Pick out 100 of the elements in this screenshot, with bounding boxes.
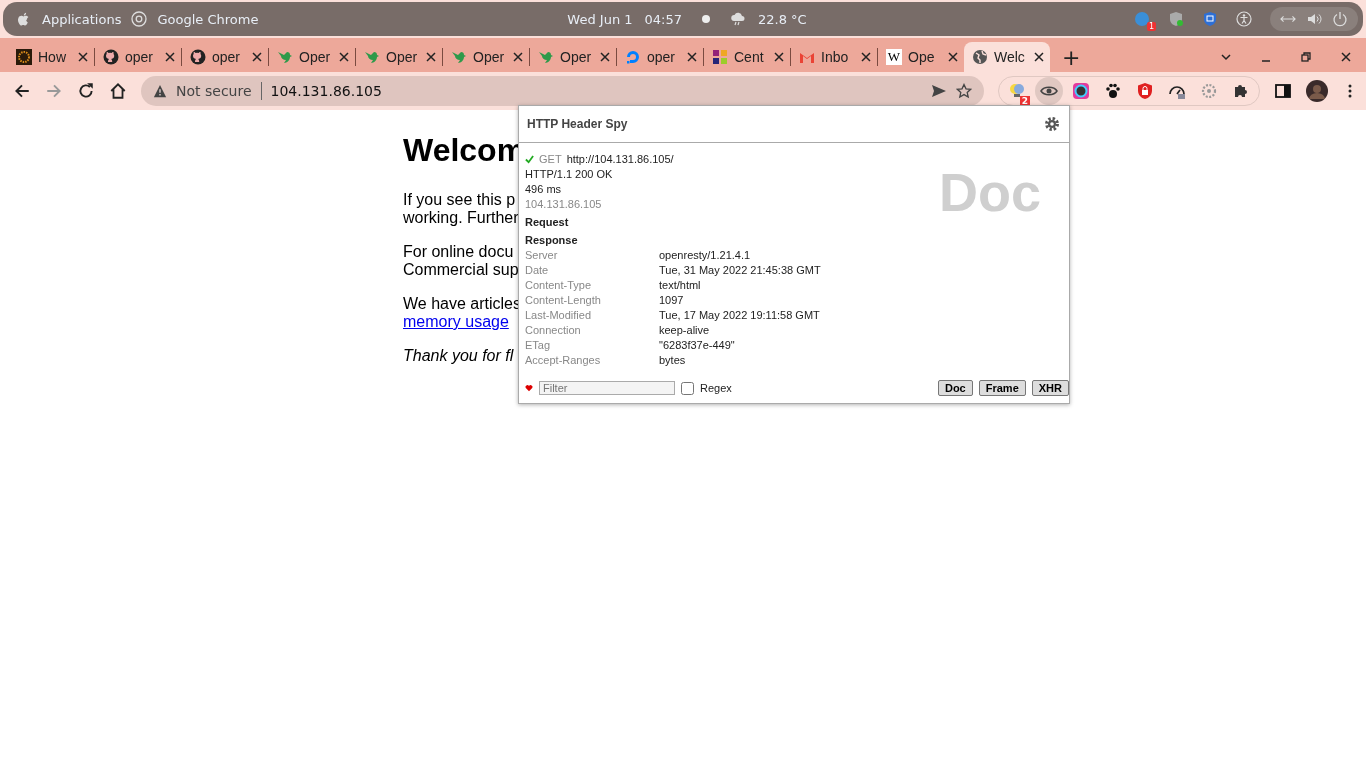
hummingbird-icon <box>364 49 380 65</box>
ip-address: 104.131.86.105 <box>525 197 603 212</box>
ocean-icon <box>625 49 641 65</box>
header-value: "6283f37e-449" <box>659 338 736 353</box>
close-icon[interactable] <box>165 52 175 62</box>
cloud-rain-icon <box>730 11 746 27</box>
close-icon[interactable] <box>1340 51 1352 63</box>
address-bar[interactable]: Not secure 104.131.86.105 <box>141 76 984 106</box>
chevron-down-icon[interactable] <box>1220 51 1232 63</box>
browser-tab[interactable]: Cent <box>704 42 790 72</box>
star-icon[interactable] <box>956 83 972 99</box>
warning-icon <box>153 84 167 98</box>
heart-icon[interactable] <box>525 384 533 392</box>
header-name: Accept-Ranges <box>525 353 602 368</box>
notification-badge: 1 <box>1146 22 1156 31</box>
request-method: GET <box>539 152 562 167</box>
settings-icon[interactable] <box>1043 115 1061 133</box>
close-icon[interactable] <box>426 52 436 62</box>
close-icon[interactable] <box>252 52 262 62</box>
filter-type-button[interactable]: XHR <box>1031 380 1069 396</box>
header-name: Last-Modified <box>525 308 593 323</box>
filter-field[interactable]: Filter <box>539 381 675 395</box>
clock-date[interactable]: Wed Jun 1 <box>567 11 633 27</box>
browser-tab[interactable]: How <box>8 42 94 72</box>
power-icon <box>1332 11 1348 27</box>
close-icon[interactable] <box>78 52 88 62</box>
header-value: bytes <box>659 353 687 368</box>
regex-checkbox[interactable] <box>681 381 694 395</box>
avatar-icon[interactable] <box>1306 80 1328 102</box>
filter-type-button[interactable]: Frame <box>978 380 1026 396</box>
request-heading[interactable]: Request <box>525 215 1063 230</box>
hummingbird-icon <box>277 49 293 65</box>
browser-tab[interactable]: Oper <box>269 42 355 72</box>
github-icon <box>103 49 119 65</box>
url-text: 104.131.86.105 <box>270 83 382 99</box>
paragraph-text: For online docu <box>403 243 514 261</box>
header-name: Content-Length <box>525 293 602 308</box>
temperature: 22.8 °C <box>758 11 807 27</box>
volume-icon <box>1306 11 1322 27</box>
close-icon[interactable] <box>774 52 784 62</box>
applications-menu[interactable]: Applications <box>42 11 122 27</box>
notification-dot-icon <box>702 15 710 23</box>
response-heading[interactable]: Response <box>525 233 1063 248</box>
browser-tab[interactable]: Welc <box>964 42 1050 72</box>
side-panel-icon[interactable] <box>1274 82 1292 100</box>
github-icon <box>190 49 206 65</box>
filter-type-button[interactable]: Doc <box>937 380 973 396</box>
back-icon[interactable] <box>13 82 31 100</box>
close-icon[interactable] <box>1034 52 1044 62</box>
close-icon[interactable] <box>861 52 871 62</box>
shield-check-icon[interactable] <box>1168 11 1184 27</box>
paragraph-text: Commercial sup <box>403 261 519 279</box>
duration-text: 496 ms <box>525 182 563 197</box>
close-icon[interactable] <box>513 52 523 62</box>
browser-tab[interactable]: oper <box>95 42 181 72</box>
header-value: 1097 <box>659 293 685 308</box>
browser-tab[interactable]: oper <box>182 42 268 72</box>
browser-tab[interactable]: W Ope <box>878 42 964 72</box>
browser-tab[interactable]: Oper <box>530 42 616 72</box>
browser-tab[interactable]: Oper <box>356 42 442 72</box>
puzzle-icon <box>1232 82 1250 100</box>
regex-label: Regex <box>700 382 732 394</box>
accessibility-icon[interactable] <box>1236 11 1252 27</box>
header-value: Tue, 31 May 2022 21:45:38 GMT <box>659 263 821 278</box>
browser-tab[interactable]: Oper <box>443 42 529 72</box>
header-name: ETag <box>525 338 552 353</box>
home-icon[interactable] <box>109 82 127 100</box>
close-icon[interactable] <box>339 52 349 62</box>
new-tab-button[interactable]: + <box>1050 42 1093 72</box>
restore-icon[interactable] <box>1300 51 1312 63</box>
clock-time[interactable]: 04:57 <box>644 11 682 27</box>
system-menu[interactable] <box>1270 7 1358 31</box>
paragraph-text: If you see this p <box>403 191 516 209</box>
sunburst-icon <box>16 49 32 65</box>
closing-text: Thank you for fl <box>403 347 514 364</box>
send-icon[interactable] <box>931 83 947 99</box>
header-value: openresty/1.21.4.1 <box>659 248 752 263</box>
close-icon[interactable] <box>948 52 958 62</box>
pinwheel-icon <box>712 49 728 65</box>
security-label[interactable]: Not secure <box>176 83 252 99</box>
close-icon[interactable] <box>687 52 697 62</box>
chrome-icon <box>131 11 148 27</box>
header-name: Connection <box>525 323 582 338</box>
close-icon[interactable] <box>600 52 610 62</box>
popup-title: HTTP Header Spy <box>527 117 628 131</box>
paragraph-text: working. Further <box>403 209 519 227</box>
header-value: Tue, 17 May 2022 19:11:58 GMT <box>659 308 821 323</box>
app-name: Google Chrome <box>157 11 259 27</box>
browser-tab[interactable]: Inbo <box>791 42 877 72</box>
color-ring-icon <box>1072 82 1090 100</box>
paw-icon <box>1104 82 1122 100</box>
memory-usage-link[interactable]: memory usage <box>403 313 509 330</box>
reload-icon[interactable] <box>77 82 95 100</box>
header-name: Content-Type <box>525 278 593 293</box>
shield-icon[interactable] <box>1202 11 1218 27</box>
extension-button[interactable] <box>1035 77 1063 105</box>
header-value: keep-alive <box>659 323 711 338</box>
shield-lock-icon <box>1136 82 1154 100</box>
browser-tab[interactable]: oper <box>617 42 703 72</box>
header-name: Date <box>525 263 550 278</box>
